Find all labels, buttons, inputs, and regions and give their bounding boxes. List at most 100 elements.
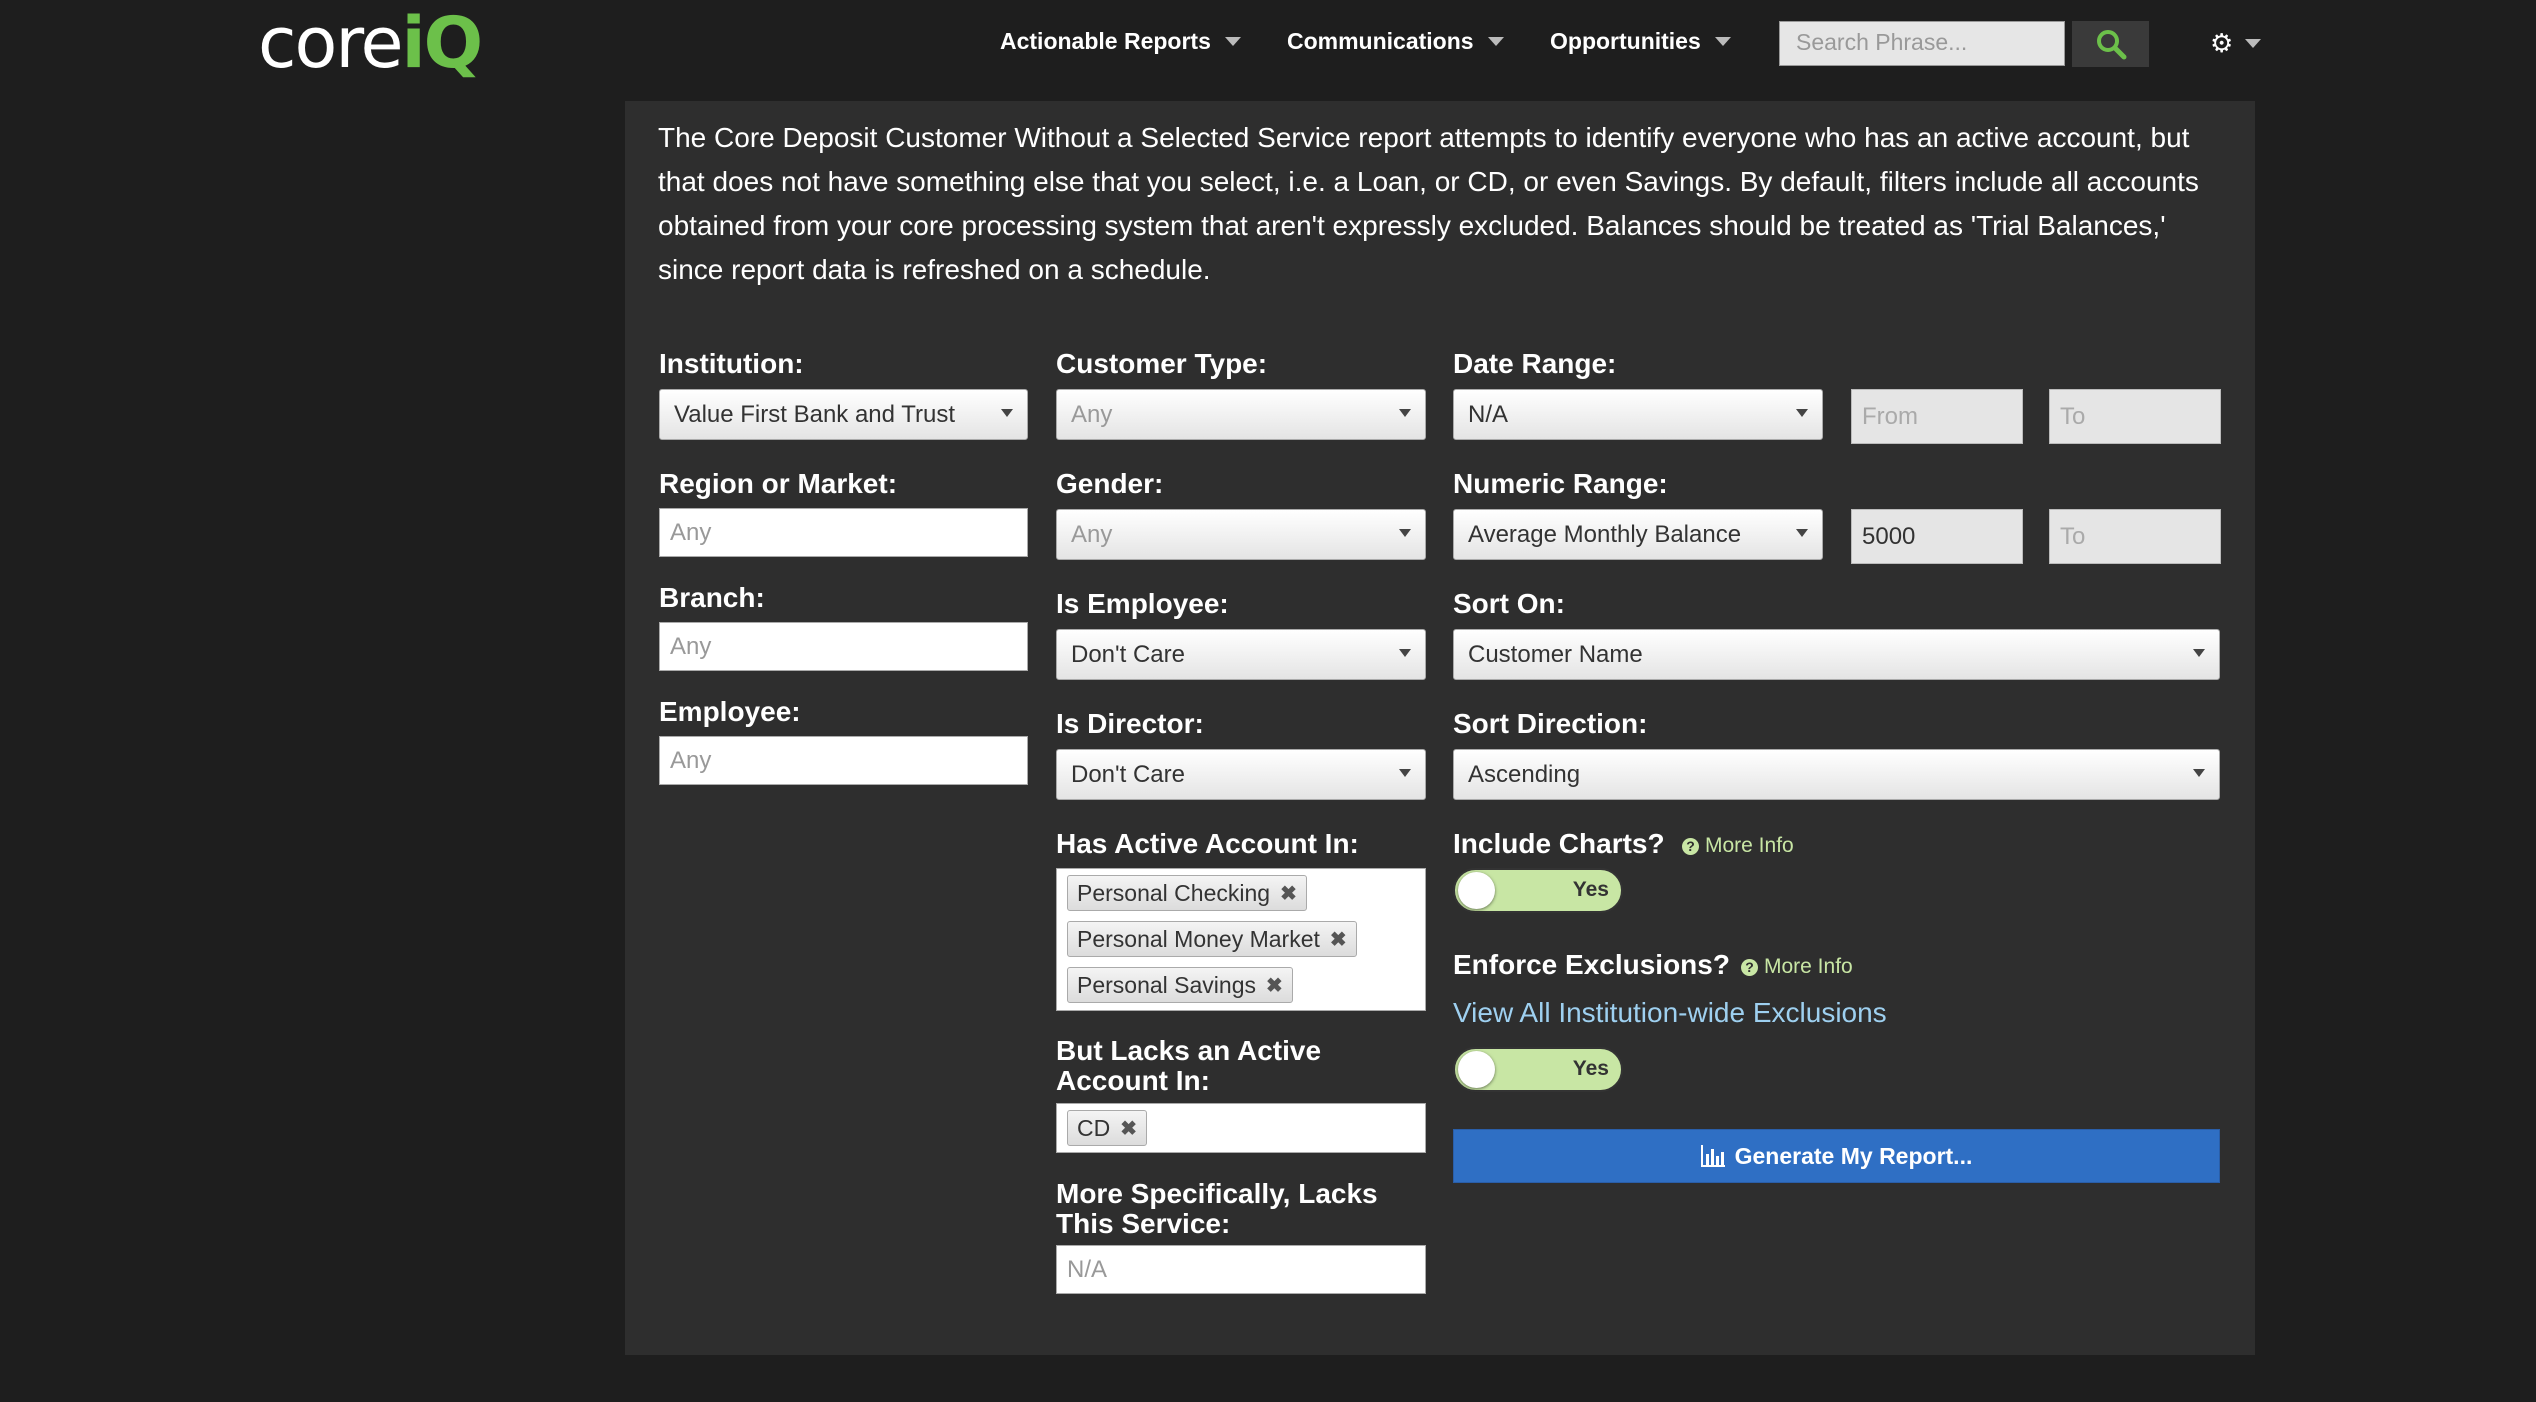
is-employee-label: Is Employee:: [1056, 588, 1229, 619]
search-input[interactable]: Search Phrase...: [1779, 21, 2065, 66]
tag-personal-money-market: Personal Money Market ✖: [1067, 921, 1357, 957]
enforce-exclusions-toggle[interactable]: Yes: [1453, 1047, 1623, 1092]
specific-service-label-line2: This Service:: [1056, 1208, 1231, 1239]
gender-value: Any: [1071, 520, 1113, 548]
include-charts-toggle[interactable]: Yes: [1453, 868, 1623, 913]
dropdown-arrow-icon: [1399, 769, 1411, 777]
lacks-active-label-line2: Account In:: [1056, 1065, 1210, 1096]
sort-on-select[interactable]: Customer Name: [1453, 629, 2220, 680]
region-input[interactable]: Any: [659, 508, 1028, 557]
dropdown-arrow-icon: [1001, 409, 1013, 417]
date-to-input[interactable]: To: [2049, 389, 2221, 444]
sort-direction-label: Sort Direction:: [1453, 708, 1648, 739]
enforce-exclusions-label: Enforce Exclusions?: [1453, 949, 1730, 980]
branch-placeholder: Any: [670, 632, 712, 660]
dropdown-arrow-icon: [2193, 649, 2205, 657]
chevron-down-icon: [1487, 37, 1504, 46]
include-charts-more-info[interactable]: ? More Info: [1682, 834, 1794, 858]
include-charts-label: Include Charts?: [1453, 828, 1665, 859]
bar-chart-icon: [1700, 1145, 1725, 1167]
tag-personal-checking: Personal Checking ✖: [1067, 875, 1307, 911]
dropdown-arrow-icon: [1796, 529, 1808, 537]
nav-communications[interactable]: Communications: [1287, 28, 1504, 55]
remove-tag-icon[interactable]: ✖: [1120, 1116, 1137, 1141]
institution-select[interactable]: Value First Bank and Trust: [659, 389, 1028, 440]
date-to-placeholder: To: [2060, 402, 2086, 430]
numeric-range-value: Average Monthly Balance: [1468, 520, 1742, 548]
nav-actionable-reports[interactable]: Actionable Reports: [1000, 28, 1241, 55]
gender-label: Gender:: [1056, 468, 1164, 499]
numeric-range-select[interactable]: Average Monthly Balance: [1453, 509, 1823, 560]
logo-iq-text: iQ: [401, 2, 484, 84]
is-director-select[interactable]: Don't Care: [1056, 749, 1426, 800]
lacks-active-label-line1: But Lacks an Active: [1056, 1035, 1322, 1066]
date-from-placeholder: From: [1862, 402, 1918, 430]
logo-core-text: core: [258, 2, 404, 84]
nav-opportunities[interactable]: Opportunities: [1550, 28, 1731, 55]
branch-label: Branch:: [659, 582, 765, 613]
institution-label: Institution:: [659, 348, 804, 379]
is-director-value: Don't Care: [1071, 760, 1185, 788]
remove-tag-icon[interactable]: ✖: [1266, 973, 1283, 998]
dropdown-arrow-icon: [1399, 409, 1411, 417]
toggle-knob: [1458, 1051, 1495, 1088]
date-range-select[interactable]: N/A: [1453, 389, 1823, 440]
remove-tag-icon[interactable]: ✖: [1330, 927, 1347, 952]
numeric-from-input[interactable]: 5000: [1851, 509, 2023, 564]
specific-service-placeholder: N/A: [1067, 1255, 1108, 1283]
question-circle-icon: ?: [1741, 958, 1758, 976]
core-iq-logo[interactable]: coreiQ: [258, 8, 483, 78]
more-info-label: More Info: [1705, 834, 1794, 857]
view-exclusions-link[interactable]: View All Institution-wide Exclusions: [1453, 997, 1887, 1029]
numeric-from-value: 5000: [1862, 522, 1916, 550]
search-icon: [2096, 30, 2126, 60]
question-circle-icon: ?: [1682, 837, 1699, 855]
dropdown-arrow-icon: [1399, 529, 1411, 537]
tag-label: Personal Money Market: [1077, 925, 1320, 952]
remove-tag-icon[interactable]: ✖: [1280, 881, 1297, 906]
chevron-down-icon: [1714, 37, 1731, 46]
enforce-exclusions-more-info[interactable]: ? More Info: [1741, 955, 1853, 979]
sort-direction-select[interactable]: Ascending: [1453, 749, 2220, 800]
chevron-down-icon: [1224, 37, 1241, 46]
is-director-label: Is Director:: [1056, 708, 1204, 739]
sort-direction-value: Ascending: [1468, 760, 1581, 788]
branch-input[interactable]: Any: [659, 622, 1028, 671]
tag-label: CD: [1077, 1114, 1111, 1141]
tag-label: Personal Checking: [1077, 879, 1271, 906]
tag-personal-savings: Personal Savings ✖: [1067, 967, 1293, 1003]
sort-on-value: Customer Name: [1468, 640, 1643, 668]
numeric-range-label: Numeric Range:: [1453, 468, 1668, 499]
search-button[interactable]: [2072, 21, 2149, 67]
specific-service-label: More Specifically, Lacks This Service:: [1056, 1179, 1378, 1239]
chevron-down-icon: [2245, 39, 2262, 48]
is-employee-value: Don't Care: [1071, 640, 1185, 668]
dropdown-arrow-icon: [1796, 409, 1808, 417]
lacks-active-label: But Lacks an Active Account In:: [1056, 1036, 1321, 1096]
specific-service-input[interactable]: N/A: [1056, 1245, 1426, 1294]
has-active-label: Has Active Account In:: [1056, 828, 1359, 859]
nav-communications-label: Communications: [1287, 28, 1474, 54]
gear-icon: ⚙: [2210, 28, 2234, 58]
specific-service-label-line1: More Specifically, Lacks: [1056, 1178, 1378, 1209]
institution-value: Value First Bank and Trust: [674, 400, 956, 428]
gender-select[interactable]: Any: [1056, 509, 1426, 560]
employee-placeholder: Any: [670, 746, 712, 774]
more-info-label: More Info: [1764, 955, 1853, 978]
numeric-to-input[interactable]: To: [2049, 509, 2221, 564]
customer-type-select[interactable]: Any: [1056, 389, 1426, 440]
date-from-input[interactable]: From: [1851, 389, 2023, 444]
tag-label: Personal Savings: [1077, 971, 1256, 998]
customer-type-label: Customer Type:: [1056, 348, 1268, 379]
generate-report-button[interactable]: Generate My Report...: [1453, 1129, 2220, 1183]
numeric-to-placeholder: To: [2060, 522, 2086, 550]
employee-input[interactable]: Any: [659, 736, 1028, 785]
customer-type-value: Any: [1071, 400, 1113, 428]
report-description: The Core Deposit Customer Without a Sele…: [658, 122, 2199, 285]
tag-cd: CD ✖: [1067, 1110, 1147, 1146]
search-placeholder: Search Phrase...: [1796, 29, 1968, 55]
employee-label: Employee:: [659, 696, 801, 727]
toggle-state-label: Yes: [1572, 1057, 1609, 1080]
settings-menu[interactable]: ⚙: [2210, 28, 2262, 59]
is-employee-select[interactable]: Don't Care: [1056, 629, 1426, 680]
